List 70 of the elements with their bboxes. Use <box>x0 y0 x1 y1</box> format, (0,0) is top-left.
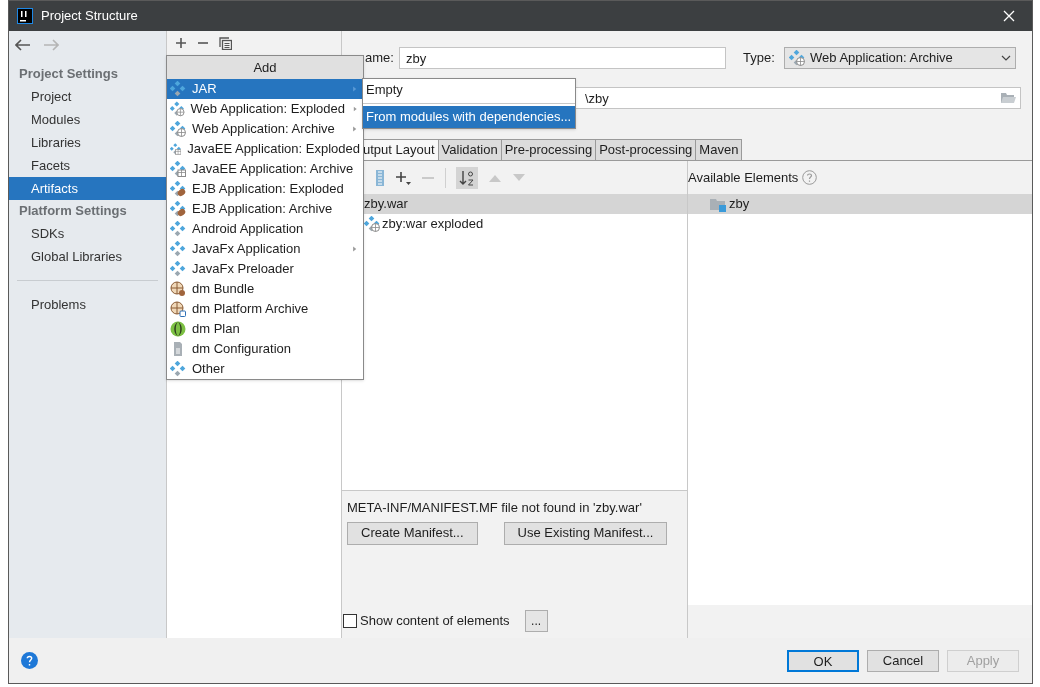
help-icon[interactable] <box>21 652 38 669</box>
tab[interactable]: Pre-processing <box>500 139 597 160</box>
menu-item[interactable]: dm Bundle <box>167 279 363 299</box>
module-table-icon <box>170 161 186 177</box>
menu-item[interactable]: Web Application: Archive <box>167 119 363 139</box>
module-icon <box>170 361 186 377</box>
menu-item[interactable]: dm Configuration <box>167 339 363 359</box>
app-icon <box>17 8 33 24</box>
sidebar-item[interactable]: Facets <box>9 154 166 177</box>
chevron-down-icon <box>1001 55 1011 61</box>
menu-item[interactable]: Other <box>167 359 363 379</box>
name-field[interactable]: zby <box>399 47 726 69</box>
sidebar-item[interactable]: Artifacts <box>9 177 166 200</box>
module-bean-icon <box>170 181 186 197</box>
tab[interactable]: utput Layout <box>363 139 439 160</box>
sidebar-item[interactable]: Project <box>9 85 166 108</box>
ball-icon <box>170 321 186 337</box>
panel-title: Available Elements <box>688 168 799 187</box>
window-title: Project Structure <box>41 7 138 26</box>
menu-item[interactable]: JavaEE Application: Archive <box>167 159 363 179</box>
menu-item[interactable]: From modules with dependencies... <box>363 106 575 128</box>
module-icon <box>170 221 186 237</box>
menu-item[interactable]: JavaFx Application <box>167 239 363 259</box>
menu-item[interactable]: Android Application <box>167 219 363 239</box>
tab[interactable]: Maven <box>695 139 743 160</box>
back-arrow-icon[interactable] <box>15 39 31 51</box>
sidebar-item[interactable]: Problems <box>9 293 166 316</box>
menu-item[interactable]: dm Plan <box>167 319 363 339</box>
module-globe-icon <box>170 121 186 137</box>
module-table-icon <box>170 141 182 157</box>
crosshair-globe-icon <box>170 281 186 297</box>
module-icon <box>170 261 186 277</box>
tab[interactable]: Post-processing <box>595 139 697 160</box>
crosshair-globe-icon <box>170 301 186 317</box>
sort-icon[interactable] <box>456 166 478 189</box>
close-icon[interactable] <box>1002 9 1016 23</box>
module-icon <box>170 81 186 97</box>
menu-item[interactable]: Web Application: Exploded <box>167 99 363 119</box>
name-label: ame: <box>364 49 395 68</box>
module-bean-icon <box>170 201 186 217</box>
menu-item[interactable]: JavaFx Preloader <box>167 259 363 279</box>
section-heading: Project Settings <box>18 65 119 83</box>
more-button[interactable]: ... <box>524 610 548 632</box>
plus-icon[interactable] <box>175 37 187 49</box>
sidebar-item[interactable]: SDKs <box>9 222 166 245</box>
type-dropdown[interactable]: Web Application: Archive <box>784 47 1016 69</box>
sidebar-item[interactable]: Libraries <box>9 131 166 154</box>
checkbox-label: Show content of elements <box>360 612 510 631</box>
menu-item[interactable]: JAR <box>167 79 363 99</box>
tree-row[interactable]: zby <box>688 194 1032 214</box>
copy-icon[interactable] <box>219 36 232 50</box>
tab[interactable]: Validation <box>437 139 502 160</box>
section-heading: Platform Settings <box>18 202 128 220</box>
manifest-button[interactable]: Use Existing Manifest... <box>503 521 668 545</box>
sidebar-item[interactable]: Global Libraries <box>9 245 166 268</box>
manifest-button[interactable]: Create Manifest... <box>347 521 478 545</box>
sidebar-item[interactable]: Modules <box>9 108 166 131</box>
module-icon <box>170 241 186 257</box>
menu-title: Add <box>167 56 363 79</box>
module-globe-icon <box>170 101 185 117</box>
manifest-message: META-INF/MANIFEST.MF file not found in 'zby.war' <box>347 499 643 517</box>
dialog-button[interactable]: OK <box>787 649 859 672</box>
module-globe-icon <box>789 50 805 66</box>
checkbox[interactable] <box>343 614 357 628</box>
menu-item[interactable]: JavaEE Application: Exploded <box>167 139 363 159</box>
type-label: Type: <box>743 49 776 68</box>
dialog-button[interactable]: Cancel <box>867 649 939 672</box>
menu-item[interactable]: dm Platform Archive <box>167 299 363 319</box>
add-dropdown-icon[interactable] <box>395 169 411 186</box>
folder-icon <box>710 196 726 212</box>
